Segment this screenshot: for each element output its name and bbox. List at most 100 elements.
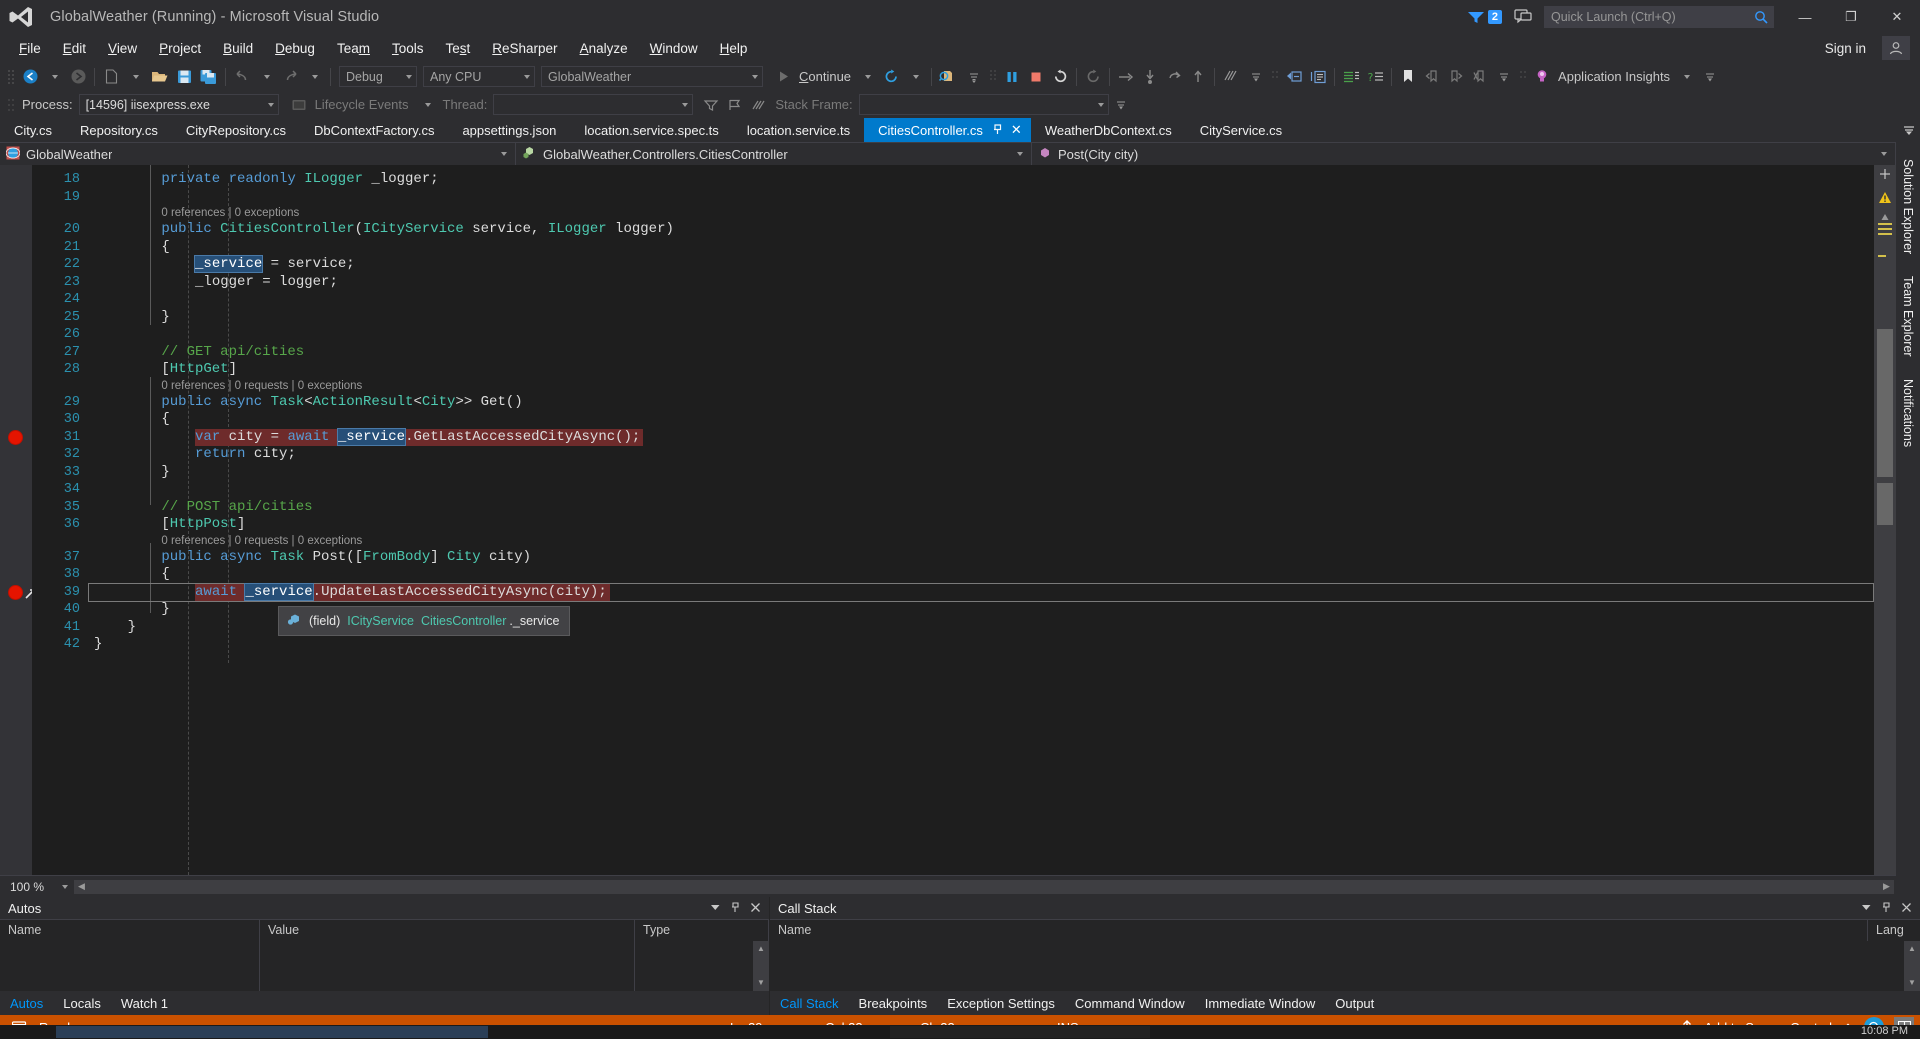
bookmarks-dropdown[interactable]	[1492, 65, 1516, 89]
toolbar-overflow[interactable]	[1698, 65, 1722, 89]
breakpoint-gutter[interactable]	[0, 165, 35, 875]
zoom-combo[interactable]: 100 %	[6, 878, 72, 896]
platform-combo[interactable]: Any CPU	[423, 66, 535, 87]
autos-grid-body[interactable]: ▲ ▼	[0, 941, 769, 991]
codelens-indicator[interactable]: 0 references | 0 requests | 0 exceptions	[161, 534, 362, 549]
previous-bookmark-icon[interactable]	[1420, 65, 1444, 89]
autos-col-value[interactable]: Value	[260, 920, 635, 941]
panel-close-icon[interactable]	[1901, 901, 1912, 916]
lightbulb-icon[interactable]	[1530, 65, 1554, 89]
attach-to-process-icon[interactable]	[936, 65, 962, 89]
document-tab-location-service-ts[interactable]: location.service.ts	[733, 118, 864, 142]
menu-analyze[interactable]: Analyze	[569, 38, 639, 59]
clear-bookmarks-icon[interactable]	[1468, 65, 1492, 89]
application-insights-button[interactable]: Application Insights	[1554, 69, 1674, 84]
document-tab-city-cs[interactable]: City.cs	[0, 118, 66, 142]
panel-tab-autos[interactable]: Autos	[0, 991, 53, 1015]
redo-dropdown[interactable]	[302, 65, 326, 89]
autos-col-name[interactable]: Name	[0, 920, 260, 941]
procbar-grip[interactable]	[7, 96, 15, 114]
cs-col-lang[interactable]: Lang	[1868, 920, 1920, 941]
filter-icon[interactable]	[699, 93, 723, 117]
code-line-33[interactable]: }	[161, 464, 169, 482]
code-line-32[interactable]: return city;	[195, 446, 296, 464]
panel-dropdown-icon[interactable]	[1861, 901, 1872, 916]
play-icon[interactable]	[771, 65, 795, 89]
panel-tab-output[interactable]: Output	[1325, 991, 1384, 1015]
marker-up-arrow-icon[interactable]	[1881, 209, 1889, 220]
menu-window[interactable]: Window	[639, 38, 709, 59]
intellitrace-dropdown[interactable]	[1244, 65, 1268, 89]
code-line-35[interactable]: // POST api/cities	[161, 499, 312, 517]
warning-marker-icon[interactable]	[1878, 191, 1892, 204]
decrease-indent-icon[interactable]: ?	[1363, 65, 1387, 89]
panel-dropdown-icon[interactable]	[710, 901, 721, 916]
menu-project[interactable]: Project	[148, 38, 212, 59]
document-tab-citiescontroller-cs[interactable]: CitiesController.cs ✕	[864, 118, 1031, 142]
tab-overflow-button[interactable]	[1902, 118, 1920, 142]
nav-member-combo[interactable]: Post(City city)	[1032, 143, 1896, 165]
continue-dropdown[interactable]	[855, 65, 879, 89]
navigate-forward-icon[interactable]	[66, 65, 90, 89]
code-line-28[interactable]: [HttpGet]	[161, 361, 237, 379]
panel-pin-icon[interactable]	[730, 901, 741, 916]
panel-tab-exception-settings[interactable]: Exception Settings	[937, 991, 1065, 1015]
call-stack-vertical-scrollbar[interactable]: ▲ ▼	[1904, 941, 1920, 991]
startup-project-combo[interactable]: GlobalWeather	[541, 66, 763, 87]
autos-scroll-up[interactable]: ▲	[753, 941, 769, 957]
code-line-37[interactable]: public async Task Post([FromBody] City c…	[161, 549, 531, 567]
code-line-27[interactable]: // GET api/cities	[161, 344, 304, 362]
code-line-29[interactable]: public async Task<ActionResult<City>> Ge…	[161, 394, 522, 412]
menu-tools[interactable]: Tools	[381, 38, 435, 59]
thread-combo[interactable]	[493, 94, 694, 115]
code-line-40[interactable]: }	[161, 601, 169, 619]
codelens-indicator[interactable]: 0 references | 0 exceptions	[161, 206, 299, 221]
panel-tab-immediate-window[interactable]: Immediate Window	[1195, 991, 1326, 1015]
code-text-area[interactable]: private readonly ILogger _logger; 0 refer…	[88, 165, 1874, 875]
cs-col-name[interactable]: Name	[770, 920, 1868, 941]
menu-build[interactable]: Build	[212, 38, 264, 59]
editor-scroll-margin[interactable]	[1874, 165, 1896, 875]
cs-scroll-down[interactable]: ▼	[1904, 975, 1920, 991]
nav-project-combo[interactable]: GlobalWeather	[0, 143, 516, 165]
restart-dropdown[interactable]	[903, 65, 927, 89]
panel-tab-watch-1[interactable]: Watch 1	[111, 991, 178, 1015]
procbar-overflow[interactable]	[1109, 93, 1133, 117]
panel-tab-call-stack[interactable]: Call Stack	[770, 991, 849, 1015]
panel-tab-breakpoints[interactable]: Breakpoints	[849, 991, 938, 1015]
panel-tab-command-window[interactable]: Command Window	[1065, 991, 1195, 1015]
dock-tab-notifications[interactable]: Notifications	[1897, 370, 1919, 456]
code-line-39[interactable]: await _service.UpdateLastAccessedCityAsy…	[195, 582, 607, 602]
document-tab-cityservice-cs[interactable]: CityService.cs	[1186, 118, 1296, 142]
flag-icon[interactable]	[723, 93, 747, 117]
configuration-combo[interactable]: Debug	[339, 66, 417, 87]
nav-type-combo[interactable]: GlobalWeather.Controllers.CitiesControll…	[516, 143, 1032, 165]
code-line-41[interactable]: }	[128, 619, 136, 637]
document-tab-cityrepository-cs[interactable]: CityRepository.cs	[172, 118, 300, 142]
save-icon[interactable]	[172, 65, 196, 89]
code-line-38[interactable]: {	[161, 566, 169, 584]
panel-tab-locals[interactable]: Locals	[53, 991, 111, 1015]
user-account-icon[interactable]	[1882, 36, 1910, 60]
breakpoint-indicator[interactable]	[8, 584, 23, 600]
search-icon[interactable]	[1754, 10, 1769, 28]
document-tab-weatherdbcontext-cs[interactable]: WeatherDbContext.cs	[1031, 118, 1186, 142]
close-tab-icon[interactable]: ✕	[1011, 122, 1022, 138]
cs-scroll-up[interactable]: ▲	[1904, 941, 1920, 957]
continue-button[interactable]: Continue	[795, 69, 855, 84]
navigate-back-icon[interactable]	[18, 65, 42, 89]
menu-file[interactable]: File	[8, 38, 52, 59]
intellitrace-icon[interactable]	[1219, 65, 1244, 89]
code-line-30[interactable]: {	[161, 411, 169, 429]
navigate-back-dropdown[interactable]	[42, 65, 66, 89]
horizontal-scrollbar[interactable]: ◀ ▶	[74, 879, 1894, 894]
new-file-icon[interactable]	[99, 65, 123, 89]
toolbar-grip-2[interactable]	[989, 68, 997, 86]
bookmark-icon[interactable]	[1396, 65, 1420, 89]
app-insights-dropdown[interactable]	[1674, 65, 1698, 89]
step-into-icon[interactable]	[1138, 65, 1162, 89]
code-line-36[interactable]: [HttpPost]	[161, 516, 245, 534]
code-editor[interactable]: 18 19 20 21 22 23 24 25 26 27 28 29 30 31 32 33 34 35 36 37…	[0, 165, 1896, 875]
code-line-21[interactable]: {	[161, 239, 169, 257]
pin-icon[interactable]	[992, 123, 1003, 138]
